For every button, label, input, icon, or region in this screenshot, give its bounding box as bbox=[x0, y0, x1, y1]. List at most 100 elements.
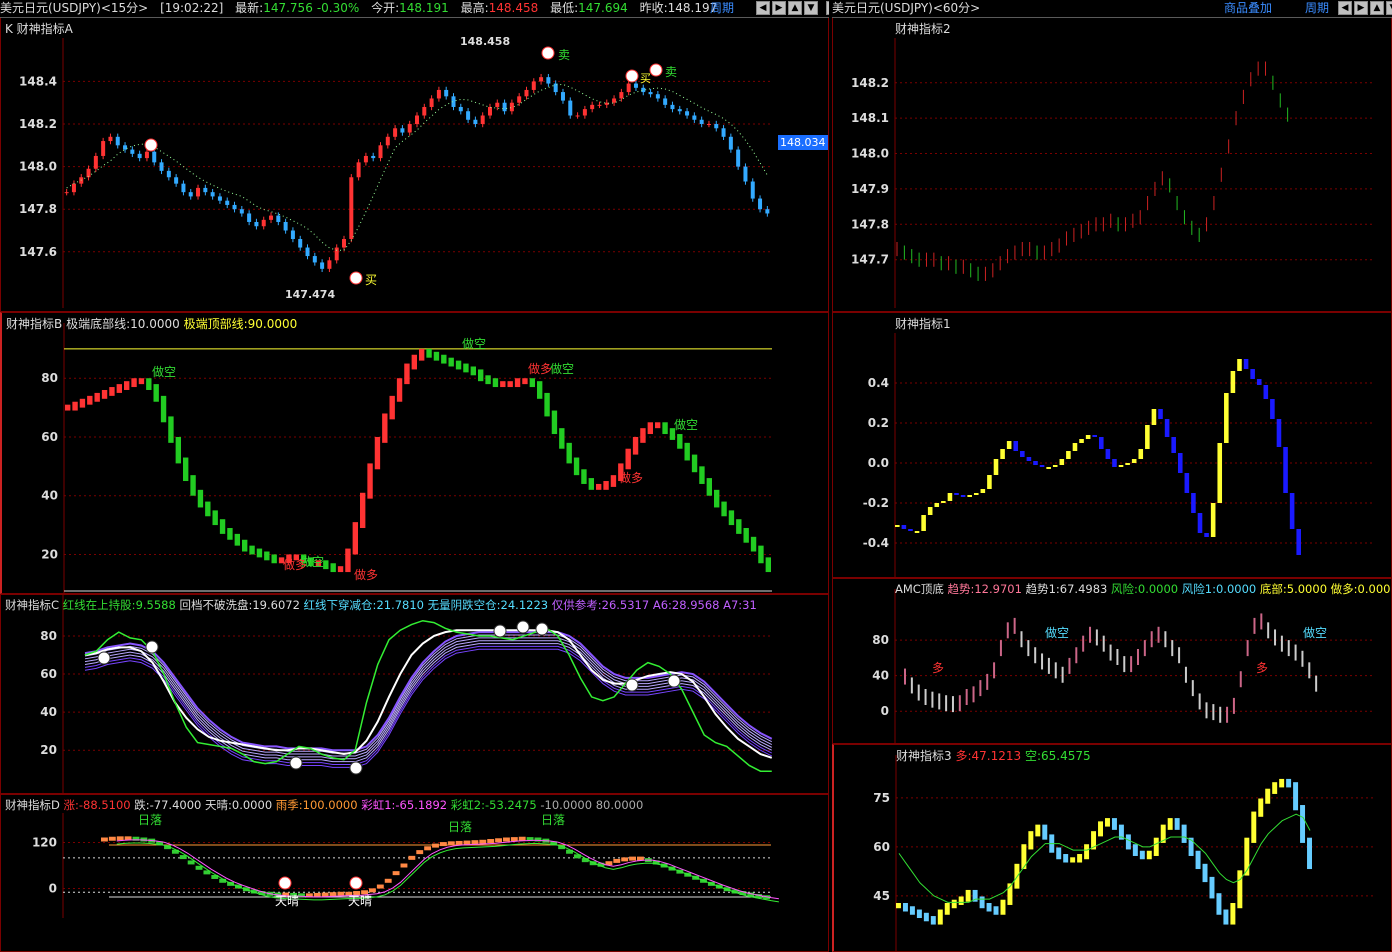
value: 19.6072 bbox=[252, 598, 300, 612]
chart-b[interactable]: 20 40 60 80 bbox=[2, 313, 829, 594]
y-tick-label: 0 bbox=[49, 881, 57, 895]
column-mark bbox=[1084, 844, 1090, 860]
nav-left-icon[interactable]: ◀ bbox=[756, 1, 770, 15]
left-nav-buttons: ◀ ▶ ▲ ▼ □ bbox=[756, 1, 829, 15]
latest-value: 147.756 bbox=[263, 1, 313, 15]
prev-field: 昨收:148.197 bbox=[640, 1, 718, 15]
chart-a[interactable]: 147.6 147.8 148.0 148.2 148.4 bbox=[1, 18, 829, 312]
indicator-bar bbox=[721, 501, 727, 517]
indicator-bar bbox=[352, 522, 358, 555]
column-mark bbox=[1243, 359, 1249, 369]
value: 0.0000 bbox=[231, 798, 273, 812]
indicator-bar bbox=[478, 369, 484, 382]
band-line bbox=[84, 648, 772, 768]
chart-d[interactable]: 0 120 bbox=[1, 795, 829, 952]
indicator-bar bbox=[632, 436, 639, 455]
nav-up-icon[interactable]: ▲ bbox=[1370, 1, 1384, 15]
indicator-bar bbox=[234, 533, 240, 546]
column-mark bbox=[1000, 449, 1005, 459]
open-field: 今开:148.191 bbox=[371, 1, 449, 15]
nav-right-icon[interactable]: ▶ bbox=[772, 1, 786, 15]
indicator-bar bbox=[647, 422, 653, 435]
chart-r3[interactable]: 45 60 75 bbox=[834, 745, 1392, 952]
step-block bbox=[471, 840, 479, 845]
title-text: 财神指标3 bbox=[896, 749, 952, 763]
indicator-bar bbox=[750, 536, 757, 552]
change-value: -0.30% bbox=[316, 1, 360, 15]
short-signal: 做空 bbox=[462, 337, 487, 351]
pane-indicator-a[interactable]: 147.6 147.8 148.0 148.2 148.4 K 财神指标A 148.45… bbox=[0, 18, 829, 312]
candle-body bbox=[480, 115, 485, 125]
pane-amc[interactable]: 0 40 80 AMC顶底 趋势:12.9701 趋势1:67.4983 风险:0.… bbox=[832, 578, 1392, 744]
y-tick-label: -0.4 bbox=[863, 536, 889, 550]
column-mark bbox=[1153, 837, 1159, 856]
indicator-bar bbox=[426, 348, 432, 358]
nav-up-icon[interactable]: ▲ bbox=[788, 1, 802, 15]
indicator-bar bbox=[507, 381, 513, 388]
column-mark bbox=[927, 507, 933, 515]
nav-down-icon[interactable]: ▼ bbox=[804, 1, 818, 15]
sunset-signal: 日落 bbox=[541, 813, 566, 827]
column-mark bbox=[1210, 503, 1216, 537]
smiley-icon bbox=[349, 271, 363, 285]
column-mark bbox=[1158, 409, 1163, 419]
pane-indicator-1[interactable]: -0.4 -0.2 0.0 0.2 0.4 财神指标1 bbox=[832, 312, 1392, 578]
column-mark bbox=[1286, 778, 1292, 788]
pane-indicator-b[interactable]: 20 40 60 80 财神指标B 极端底部线:10.0000 极端顶部线:90.00… bbox=[0, 312, 829, 594]
chart-r1[interactable]: -0.4 -0.2 0.0 0.2 0.4 bbox=[833, 313, 1392, 578]
value: 26.5317 bbox=[601, 598, 650, 612]
step-block bbox=[195, 865, 203, 870]
indicator-bar bbox=[699, 466, 705, 484]
pane-indicator-2[interactable]: 147.7 147.8 147.9 148.0 148.1 148.2 财神指标2 bbox=[832, 18, 1392, 312]
value: -53.2475 bbox=[484, 798, 537, 812]
pane-indicator-c[interactable]: 20 40 60 80 财神指标C 红线在上持股:9.5588 回档不破洗盘:19.6… bbox=[0, 594, 829, 794]
overlay-button[interactable]: 商品叠加 bbox=[1224, 0, 1272, 17]
indicator-bar bbox=[411, 354, 417, 370]
buy-signal: 买 bbox=[365, 273, 378, 287]
indicator-bar bbox=[743, 528, 749, 543]
nav-left-icon[interactable]: ◀ bbox=[1338, 1, 1352, 15]
indicator-bar bbox=[581, 469, 587, 484]
column-mark bbox=[1195, 850, 1201, 870]
pane-indicator-d[interactable]: 0 120 财神指标D 涨:-88.5100 跌:-77.4000 天晴:0.00… bbox=[0, 794, 829, 952]
value: 100.0000 bbox=[302, 798, 358, 812]
nav-down-icon[interactable]: ▼ bbox=[1386, 1, 1392, 15]
value-label: 天晴: bbox=[205, 798, 232, 812]
column-mark bbox=[993, 906, 999, 915]
symbol-label[interactable]: 美元日元(USDJPY)<15分> bbox=[0, 1, 148, 15]
column-mark bbox=[1098, 821, 1103, 837]
chart-r2[interactable]: 147.7 147.8 147.9 148.0 148.1 148.2 bbox=[833, 18, 1392, 312]
right-nav-buttons: ◀ ▶ ▲ ▼ bbox=[1338, 1, 1392, 15]
nav-right-icon[interactable]: ▶ bbox=[1354, 1, 1368, 15]
column-mark bbox=[1164, 419, 1170, 437]
chart-c[interactable]: 20 40 60 80 bbox=[1, 595, 829, 794]
pane-indicator-3[interactable]: 45 60 75 财神指标3 多:47.1213 空:65.4575 bbox=[832, 744, 1392, 952]
column-mark bbox=[1112, 459, 1117, 467]
value-label: A7:31 bbox=[723, 598, 757, 612]
y-tick-label: 147.8 bbox=[851, 217, 889, 231]
candle-body bbox=[283, 221, 288, 231]
period-button[interactable]: 周期 bbox=[710, 0, 734, 17]
window-icon[interactable]: □ bbox=[826, 1, 829, 15]
column-mark bbox=[947, 493, 953, 501]
indicator-bar bbox=[190, 475, 196, 496]
indicator-bar bbox=[677, 434, 683, 449]
candle-body bbox=[597, 104, 602, 106]
candle-body bbox=[641, 87, 646, 93]
indicator-bar bbox=[485, 375, 491, 385]
sunny-signal: 天晴 bbox=[275, 894, 300, 908]
smiley-icon bbox=[144, 138, 158, 152]
indicator-bar bbox=[566, 442, 572, 464]
indicator-bar bbox=[455, 360, 462, 370]
column-mark bbox=[1046, 467, 1051, 469]
symbol-label-right[interactable]: 美元日元(USDJPY)<60分> bbox=[832, 1, 980, 15]
column-mark bbox=[951, 899, 957, 909]
step-block bbox=[432, 843, 439, 848]
column-mark bbox=[1118, 465, 1124, 467]
indicator-bar bbox=[153, 384, 159, 402]
pane-title: 财神指标B 极端底部线:10.0000 极端顶部线:90.0000 bbox=[6, 315, 297, 332]
indicator-bar bbox=[500, 381, 506, 388]
candle-body bbox=[539, 77, 544, 82]
chart-amc[interactable]: 0 40 80 bbox=[833, 579, 1392, 744]
period-button-right[interactable]: 周期 bbox=[1305, 0, 1329, 17]
